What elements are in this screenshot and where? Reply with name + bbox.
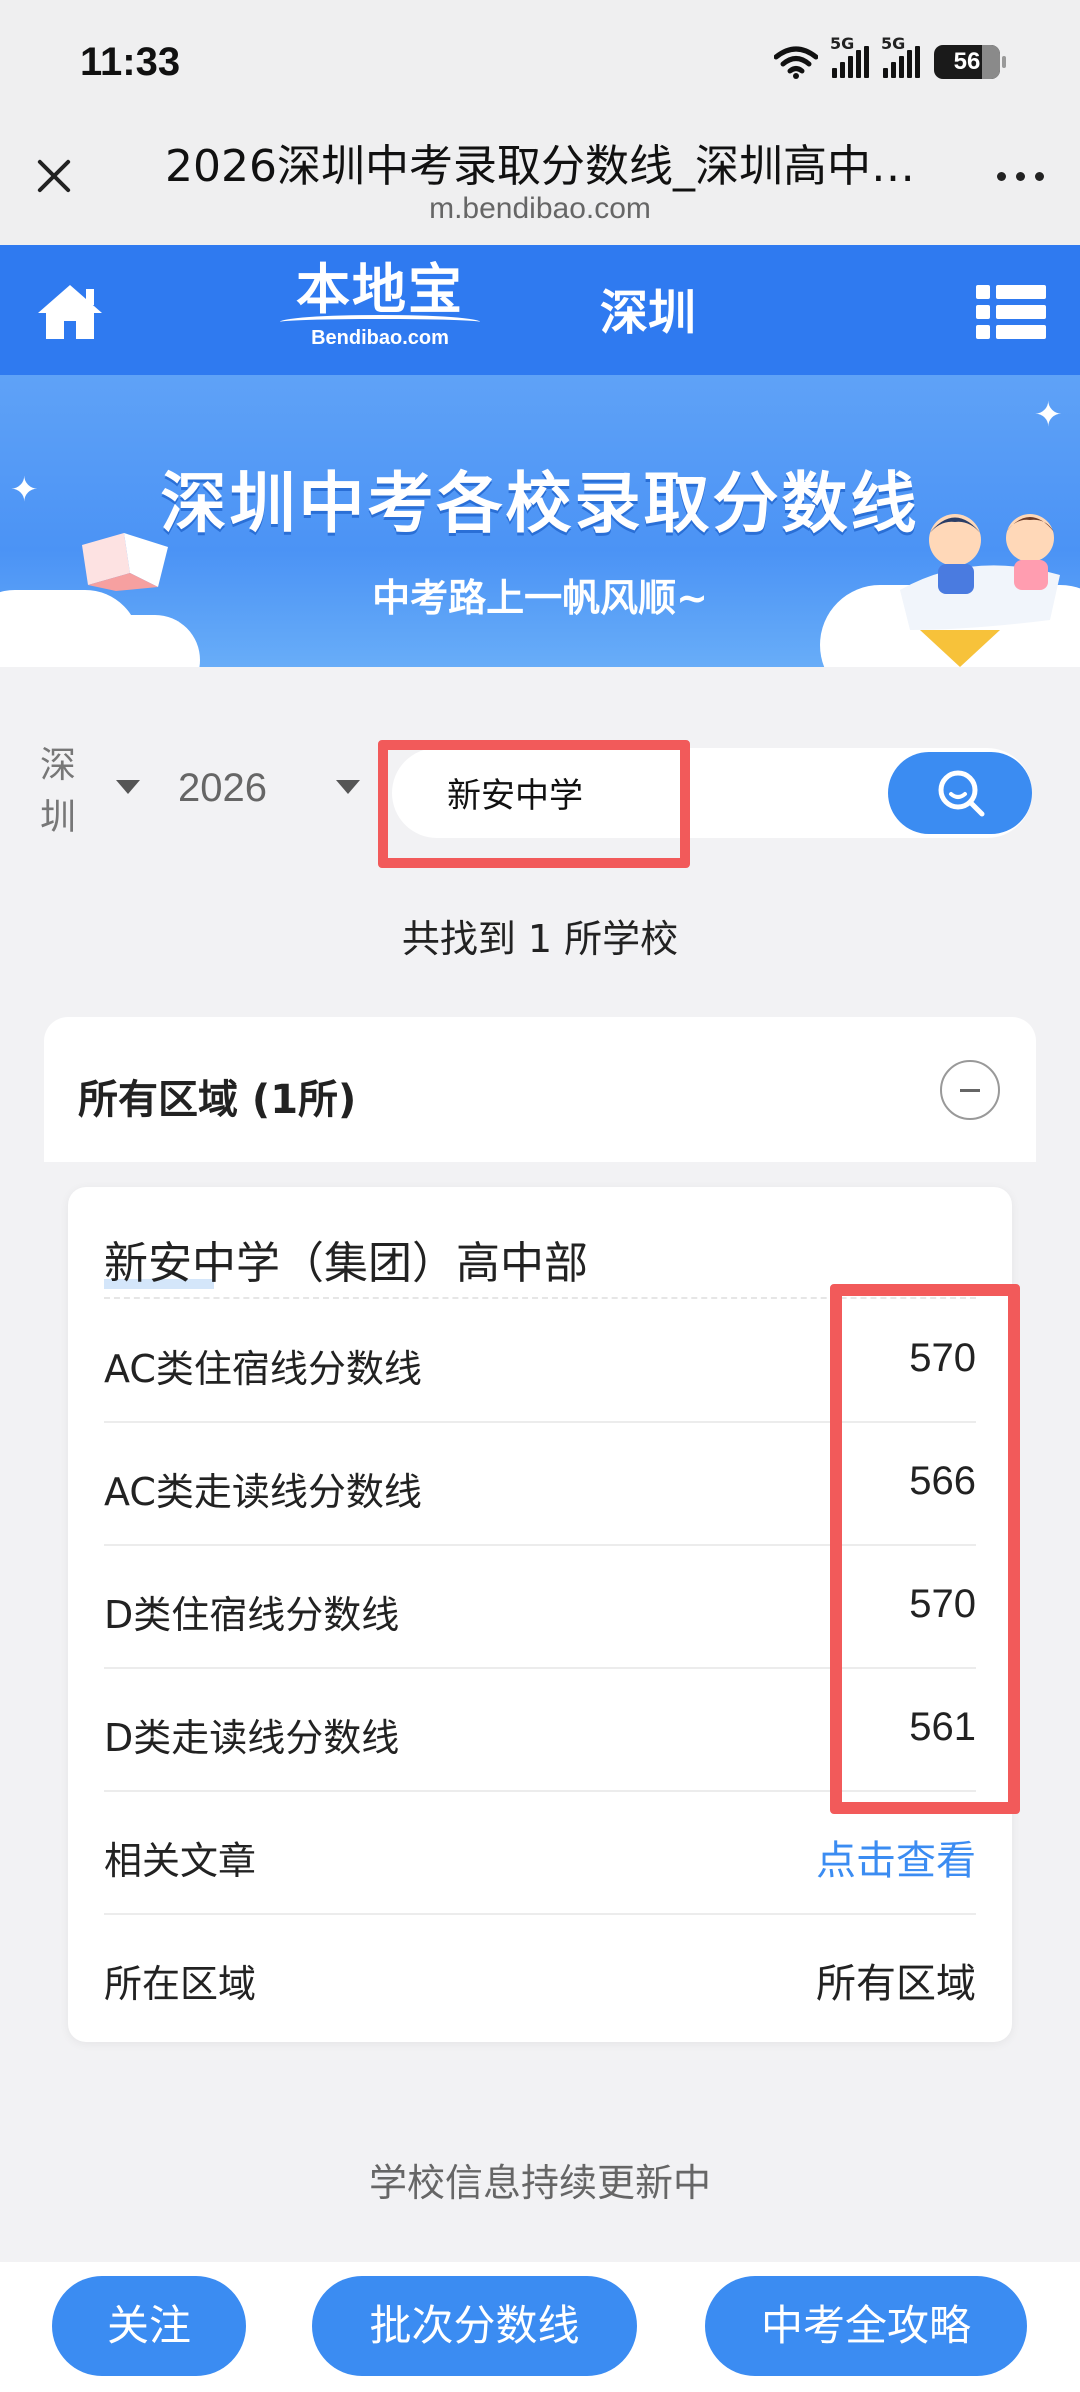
score-label: D类住宿线分数线	[104, 1593, 400, 1637]
close-icon[interactable]	[28, 150, 80, 202]
search-filter-area: 深圳 2026 共找到 1 所学校	[0, 700, 1080, 980]
status-icons: 5G 5G 56	[774, 34, 1006, 82]
bottom-action-bar: 关注 批次分数线 中考全攻略	[0, 2262, 1080, 2392]
city-name[interactable]: 深圳	[600, 273, 696, 343]
cellular-signal-icon: 5G	[830, 34, 869, 78]
school-name[interactable]: 新安中学（集团）高中部	[104, 1227, 588, 1291]
region-value: 所有区域	[816, 1962, 976, 2006]
battery-icon: 56	[934, 45, 1006, 79]
collapse-icon[interactable]	[940, 1060, 1000, 1120]
highlight-box-search	[378, 740, 690, 868]
result-count: 共找到 1 所学校	[401, 917, 679, 961]
chevron-down-icon[interactable]	[116, 780, 140, 794]
status-time: 11:33	[80, 40, 181, 84]
region-row: 所在区域 所有区域	[104, 1915, 976, 2038]
follow-button[interactable]: 关注	[52, 2276, 246, 2376]
cellular-signal-icon: 5G	[881, 34, 920, 78]
more-options-icon[interactable]	[997, 172, 1044, 181]
menu-list-icon[interactable]	[976, 285, 1046, 339]
site-header: 本地宝 Bendibao.com 深圳	[0, 245, 1080, 375]
banner-subtitle: 中考路上一帆风顺~	[372, 576, 708, 620]
score-label: AC类走读线分数线	[104, 1470, 422, 1514]
related-articles-label: 相关文章	[104, 1839, 257, 1883]
star-icon: ✦	[1034, 395, 1063, 435]
bendibao-logo[interactable]: 本地宝 Bendibao.com	[275, 257, 485, 365]
home-icon[interactable]	[34, 281, 106, 343]
region-label: 所在区域	[104, 1962, 257, 2006]
region-panel: 所有区域 (1所)	[44, 1017, 1036, 1162]
year-select[interactable]: 2026	[178, 766, 267, 811]
region-title: 所有区域 (1所)	[78, 1077, 357, 1123]
score-label: D类走读线分数线	[104, 1716, 400, 1760]
browser-title-bar: 2026深圳中考录取分数线_深圳高中… m.bendibao.com	[0, 110, 1080, 245]
search-button[interactable]	[888, 752, 1032, 834]
updating-note: 学校信息持续更新中	[368, 2161, 711, 2205]
banner-title: 深圳中考各校录取分数线	[160, 465, 920, 542]
page-url: m.bendibao.com	[429, 192, 651, 225]
city-select[interactable]: 深圳	[40, 740, 80, 844]
exam-guide-button[interactable]: 中考全攻略	[705, 2276, 1027, 2376]
view-articles-link[interactable]: 点击查看	[816, 1828, 976, 1886]
banner: ✦ ✦ ✦ 深圳中考各校录取分数线 中考路上一帆风顺~	[0, 375, 1080, 667]
highlight-box-scores	[830, 1284, 1020, 1814]
wifi-icon	[774, 46, 818, 79]
page-title: 2026深圳中考录取分数线_深圳高中…	[165, 141, 915, 192]
score-label: AC类住宿线分数线	[104, 1347, 422, 1391]
search-icon	[938, 770, 985, 817]
chevron-down-icon[interactable]	[336, 780, 360, 794]
batch-score-button[interactable]: 批次分数线	[312, 2276, 637, 2376]
